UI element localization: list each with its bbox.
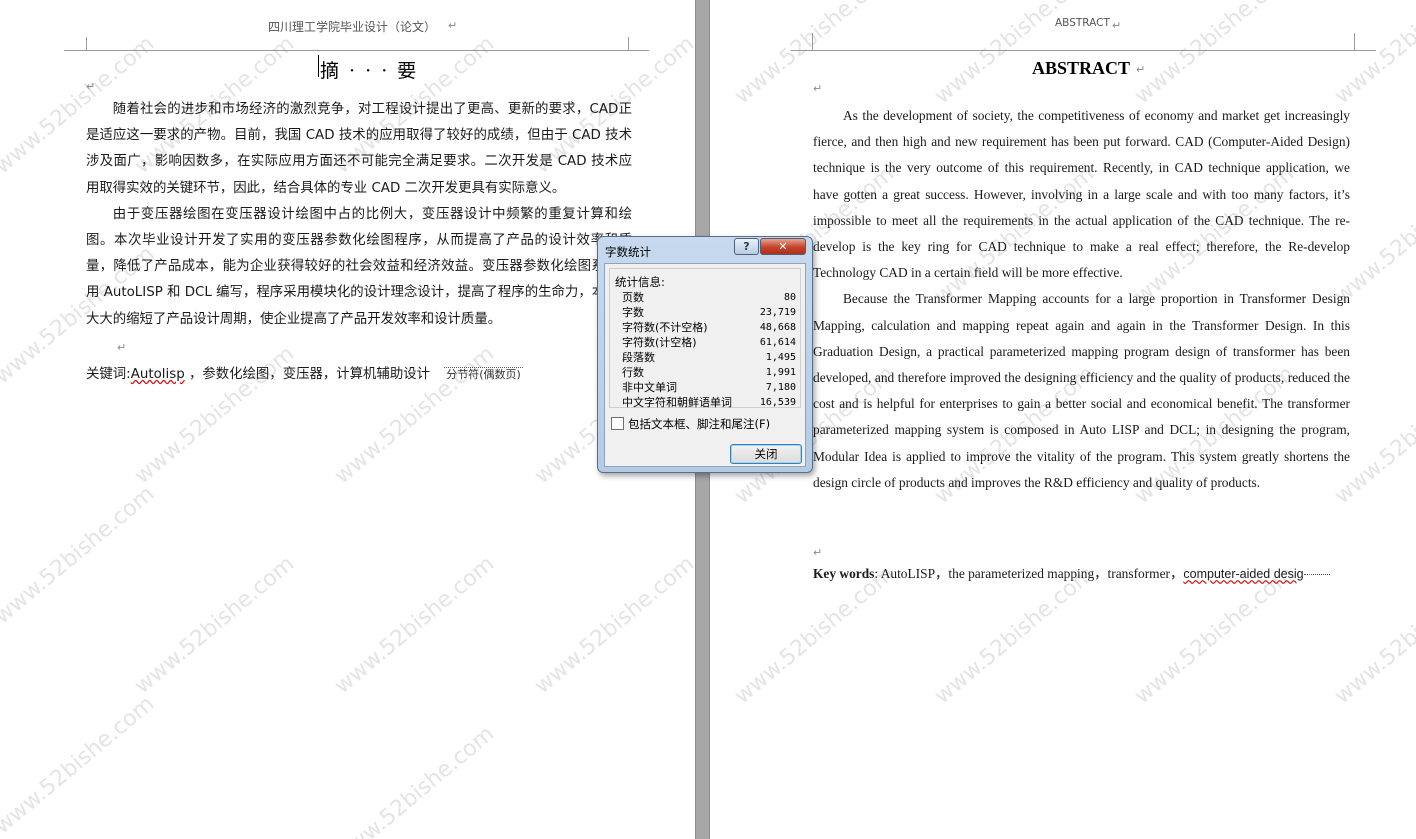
stat-row: 字符数(计空格) 61,614: [622, 335, 800, 350]
abstract-paragraph: 由于变压器绘图在变压器设计绘图中占的比例大，变压器设计中频繁的重复计算和绘图。本…: [86, 206, 632, 327]
keywords-line: 关键词:Autolisp ，参数化绘图，变压器，计算机辅助设计 分节符(偶数页): [86, 362, 523, 382]
statistics-group: 统计信息: 页数 80 字数 23,719 字符数(不计空格) 48,668 字符数(…: [609, 268, 801, 410]
keywords-text: ，参数化绘图，变压器，计算机辅助设计: [184, 367, 430, 382]
page-title: ABSTRACT: [1032, 58, 1131, 78]
stat-value: 1,495: [765, 352, 796, 363]
keywords-tail: computer-aided desig: [1183, 567, 1304, 581]
paragraph-mark-icon: ↵: [1112, 19, 1122, 32]
stat-value: 48,668: [759, 322, 796, 333]
stat-label: 中文字符和朝鲜语单词: [622, 396, 732, 409]
help-button[interactable]: ?: [734, 238, 759, 255]
stat-row: 字数 23,719: [622, 305, 800, 320]
page-header: 四川理工学院毕业设计（论文）: [268, 20, 437, 34]
stat-row: 中文字符和朝鲜语单词 16,539: [622, 395, 800, 410]
stat-label: 页数: [622, 291, 644, 304]
abstract-paragraph: 随着社会的进步和市场经济的激烈竞争，对工程设计提出了更高、更新的要求，CAD正是…: [86, 102, 632, 196]
paragraph-mark-icon: ↵: [813, 546, 823, 559]
stat-label: 段落数: [622, 351, 655, 364]
margin-corner-mark: [1340, 33, 1355, 51]
include-textboxes-checkbox[interactable]: 包括文本框、脚注和尾注(F): [611, 416, 770, 432]
watermark: www.52bishe.com: [530, 551, 695, 700]
word-count-dialog[interactable]: 字数统计 ? ✕ 统计信息: 页数 80 字数 23,719 字符数(不计空格) 48…: [597, 236, 813, 473]
abstract-body-cn[interactable]: 随着社会的进步和市场经济的激烈竞争，对工程设计提出了更高、更新的要求，CAD正是…: [86, 97, 632, 333]
keywords-label: Key words: [813, 566, 875, 581]
stat-value: 16,539: [759, 397, 796, 408]
watermark: www.52bishe.com: [930, 561, 1100, 710]
stat-row: 行数 1,991: [622, 365, 800, 380]
stat-label: 字数: [622, 306, 644, 319]
abstract-paragraph: Because the Transformer Mapping accounts…: [813, 291, 1350, 490]
watermark: www.52bishe.com: [330, 721, 500, 839]
stat-row: 页数 80: [622, 290, 800, 305]
keywords-label: 关键词:: [86, 367, 131, 382]
dialog-content: 统计信息: 页数 80 字数 23,719 字符数(不计空格) 48,668 字符数(…: [604, 263, 806, 467]
dialog-titlebar[interactable]: 字数统计 ? ✕: [598, 237, 812, 261]
paragraph-mark-icon: ↵: [1136, 63, 1146, 76]
stat-row: 段落数 1,495: [622, 350, 800, 365]
right-page[interactable]: www.52bishe.com www.52bishe.com www.52bi…: [710, 0, 1416, 839]
paragraph-mark-icon: ↵: [117, 341, 127, 354]
abstract-paragraph: As the development of society, the compe…: [813, 108, 1350, 281]
stat-label: 字符数(不计空格): [622, 321, 708, 334]
paragraph-mark-icon: ↵: [86, 80, 96, 93]
stat-label: 字符数(计空格): [622, 336, 697, 349]
stat-label: 行数: [622, 366, 644, 379]
paragraph-mark-icon: ↵: [813, 82, 823, 95]
statistics-table: 页数 80 字数 23,719 字符数(不计空格) 48,668 字符数(计空格) 61…: [622, 290, 800, 410]
keywords-line: Key words: AutoLISP，the parameterized ma…: [813, 562, 1330, 582]
statistics-label: 统计信息:: [615, 275, 665, 289]
watermark: www.52bishe.com: [0, 481, 160, 630]
stat-value: 61,614: [759, 337, 796, 348]
dialog-title: 字数统计: [605, 245, 651, 259]
watermark: www.52bishe.com: [130, 551, 300, 700]
watermark: www.52bishe.com: [1130, 561, 1300, 710]
watermark: www.52bishe.com: [1330, 561, 1416, 710]
close-button[interactable]: 关闭: [730, 444, 802, 464]
watermark: www.52bishe.com: [0, 691, 160, 839]
left-page[interactable]: www.52bishe.com www.52bishe.com www.52bi…: [0, 0, 695, 839]
watermark: www.52bishe.com: [730, 561, 900, 710]
stat-value: 80: [783, 292, 796, 303]
text-cursor: [318, 55, 319, 77]
watermark: www.52bishe.com: [330, 551, 500, 700]
stat-label: 非中文单词: [622, 381, 677, 394]
document-window: www.52bishe.com www.52bishe.com www.52bi…: [0, 0, 1416, 839]
header-rule: [64, 50, 649, 51]
paragraph-mark-icon: ↵: [397, 62, 407, 75]
checkbox-icon[interactable]: [611, 417, 624, 430]
close-icon[interactable]: ✕: [760, 238, 806, 255]
keyword-autolisp[interactable]: Autolisp: [131, 367, 185, 382]
abstract-body-en[interactable]: As the development of society, the compe…: [813, 103, 1350, 496]
stat-value: 23,719: [759, 307, 796, 318]
stat-row: 非中文单词 7,180: [622, 380, 800, 395]
margin-corner-mark: [86, 37, 101, 51]
checkbox-label: 包括文本框、脚注和尾注(F): [628, 417, 771, 431]
header-rule: [791, 50, 1376, 51]
watermark: www.52bishe.com: [1130, 0, 1300, 110]
stat-value: 1,991: [765, 367, 796, 378]
stat-row: 字符数(不计空格) 48,668: [622, 320, 800, 335]
margin-corner-mark: [812, 33, 827, 51]
paragraph-mark-icon: ↵: [448, 19, 458, 32]
page-header: ABSTRACT: [1055, 17, 1110, 29]
margin-corner-mark: [614, 37, 629, 51]
stat-value: 7,180: [765, 382, 796, 393]
watermark: www.52bishe.com: [1330, 0, 1416, 110]
section-break-marker: [1303, 574, 1330, 576]
keywords-text: : AutoLISP，the parameterized mapping，tra…: [874, 566, 1184, 581]
section-break-marker: 分节符(偶数页): [444, 367, 523, 381]
